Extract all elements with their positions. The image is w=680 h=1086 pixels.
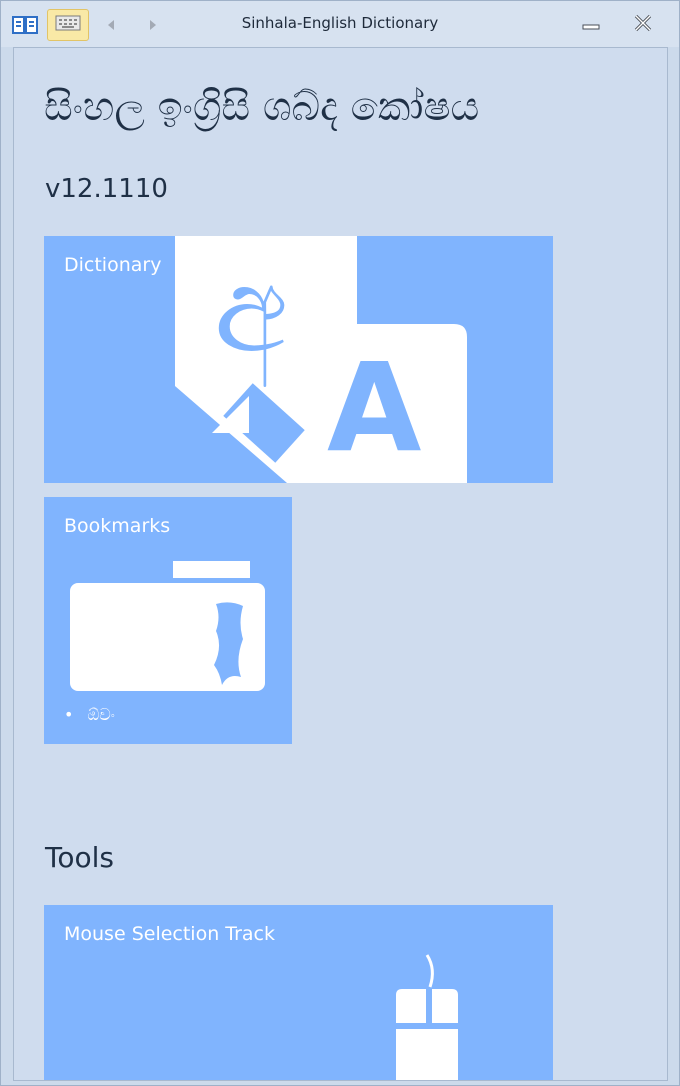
minimize-icon <box>582 16 600 35</box>
main-content: සිංහල ඉංග්‍රිසි ශබ්ද කෝෂය v12.1110 Dicti… <box>13 47 668 1081</box>
close-button[interactable] <box>623 13 663 37</box>
mouse-selection-track-tile[interactable]: Mouse Selection Track <box>44 905 553 1080</box>
minimize-button[interactable] <box>571 13 611 37</box>
bullet: • <box>64 705 74 724</box>
bookmark-word: ඕවං <box>87 705 115 724</box>
sinhala-letter-glyph: අ <box>214 241 288 380</box>
title-bar: Sinhala-English Dictionary <box>1 1 679 47</box>
app-title: සිංහල ඉංග්‍රිසි ශබ්ද කෝෂය <box>44 84 480 130</box>
bookmark-list-item[interactable]: • ඕවං <box>64 705 115 725</box>
dictionary-tile[interactable]: Dictionary අ A <box>44 236 553 483</box>
app-window: Sinhala-English Dictionary සිංහල ඉංග්‍රි… <box>0 0 680 1086</box>
dictionary-tile-label: Dictionary <box>64 254 162 276</box>
version-label: v12.1110 <box>45 174 168 204</box>
tools-section-title: Tools <box>45 841 114 874</box>
mouse-icon <box>396 954 458 1080</box>
latin-letter-glyph: A <box>327 337 422 479</box>
bookmarks-tile[interactable]: Bookmarks • ඕවං <box>44 497 292 744</box>
close-icon <box>633 14 653 36</box>
